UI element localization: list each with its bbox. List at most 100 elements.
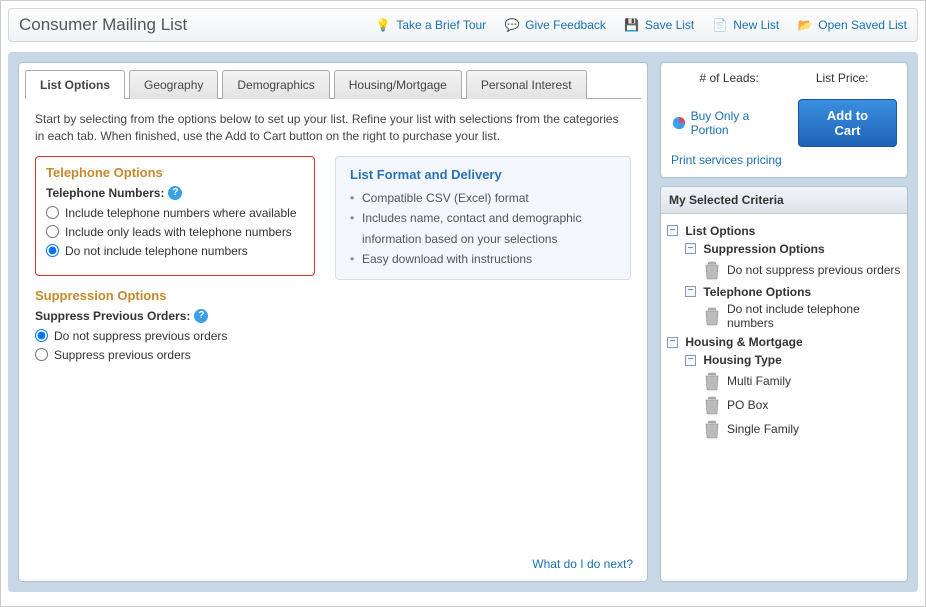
telephone-radio-1-label: Include telephone numbers where availabl… [65, 206, 297, 220]
page-title: Consumer Mailing List [19, 15, 187, 35]
telephone-radio-include-available[interactable]: Include telephone numbers where availabl… [46, 206, 304, 220]
trash-icon[interactable] [703, 260, 721, 280]
price-label: List Price: [816, 71, 869, 85]
tab-strip: List Options Geography Demographics Hous… [19, 63, 647, 98]
open-saved-list-link[interactable]: 📂 Open Saved List [797, 17, 907, 33]
telephone-section-title: Telephone Options [46, 165, 304, 180]
tree-toggle[interactable]: − [685, 243, 696, 254]
tree-leaf-telephone: Do not include telephone numbers [703, 302, 901, 330]
tree-children: − Housing Type Multi Family [685, 352, 901, 439]
options-columns: Telephone Options Telephone Numbers: ? I… [35, 156, 631, 367]
tree-label-suppression: Suppression Options [703, 242, 824, 256]
tree-leaf-single-family-label: Single Family [727, 422, 799, 436]
tab-list-options[interactable]: List Options [25, 70, 125, 99]
options-right-column: List Format and Delivery Compatible CSV … [335, 156, 631, 281]
header-links: 💡 Take a Brief Tour 💬 Give Feedback 💾 Sa… [375, 17, 907, 33]
help-icon[interactable]: ? [194, 309, 208, 323]
list-format-title: List Format and Delivery [350, 167, 616, 182]
tree-leaf-multi-family-label: Multi Family [727, 374, 791, 388]
trash-icon[interactable] [703, 306, 721, 326]
tree-leaf-single-family: Single Family [703, 419, 901, 439]
tree-label-list-options: List Options [685, 224, 755, 238]
tree-children: − Suppression Options Do not suppress pr… [685, 241, 901, 331]
tab-housing-mortgage[interactable]: Housing/Mortgage [334, 70, 462, 99]
selected-criteria-header: My Selected Criteria [661, 187, 907, 214]
tree-node-housing: − Housing & Mortgage − Housing Type [667, 334, 901, 439]
tree-toggle[interactable]: − [667, 337, 678, 348]
tree-children: Do not include telephone numbers [703, 302, 901, 330]
telephone-radio-include-only[interactable]: Include only leads with telephone number… [46, 225, 304, 239]
page-header: Consumer Mailing List 💡 Take a Brief Tou… [8, 8, 918, 42]
suppress-radio-1-label: Do not suppress previous orders [54, 329, 227, 343]
tree-leaf-po-box-label: PO Box [727, 398, 768, 412]
main-panel: List Options Geography Demographics Hous… [18, 62, 648, 582]
print-services-pricing-link[interactable]: Print services pricing [671, 153, 782, 167]
suppress-previous-label-text: Suppress Previous Orders: [35, 309, 190, 323]
save-list-link[interactable]: 💾 Save List [624, 17, 694, 33]
tab-personal-interest[interactable]: Personal Interest [466, 70, 587, 99]
leads-label: # of Leads: [699, 71, 758, 85]
list-format-bullets: Compatible CSV (Excel) format Includes n… [350, 188, 616, 270]
tab-geography[interactable]: Geography [129, 70, 218, 99]
suppress-previous-label: Suppress Previous Orders: ? [35, 309, 315, 323]
open-saved-list-label: Open Saved List [818, 18, 907, 32]
speech-bubble-icon: 💬 [504, 17, 520, 33]
take-tour-link[interactable]: 💡 Take a Brief Tour [375, 17, 486, 33]
trash-icon[interactable] [703, 419, 721, 439]
open-document-icon: 📂 [797, 17, 813, 33]
summary-box: # of Leads: List Price: Buy Only a Porti… [660, 62, 908, 178]
tree-node-list-options: − List Options − Suppression Options [667, 223, 901, 330]
telephone-numbers-label: Telephone Numbers: ? [46, 186, 304, 200]
new-list-label: New List [733, 18, 779, 32]
tree-toggle[interactable]: − [667, 225, 678, 236]
criteria-tree: − List Options − Suppression Options [661, 214, 907, 449]
tab-content: Start by selecting from the options belo… [19, 99, 647, 379]
actions-row: Buy Only a Portion Add to Cart [671, 99, 897, 147]
tab-demographics[interactable]: Demographics [222, 70, 329, 99]
options-left-column: Telephone Options Telephone Numbers: ? I… [35, 156, 315, 367]
new-document-icon: 📄 [712, 17, 728, 33]
give-feedback-link[interactable]: 💬 Give Feedback [504, 17, 606, 33]
metrics-row: # of Leads: List Price: [671, 71, 897, 93]
tree-label-housing-type: Housing Type [703, 353, 781, 367]
help-icon[interactable]: ? [168, 186, 182, 200]
telephone-radio-3-input[interactable] [46, 244, 59, 257]
tree-node-suppression: − Suppression Options Do not suppress pr… [685, 241, 901, 280]
trash-icon[interactable] [703, 371, 721, 391]
tree-toggle[interactable]: − [685, 355, 696, 366]
buy-portion-label: Buy Only a Portion [691, 109, 788, 137]
lightbulb-icon: 💡 [375, 17, 391, 33]
trash-icon[interactable] [703, 395, 721, 415]
what-do-i-do-next-link[interactable]: What do I do next? [532, 557, 633, 571]
tree-leaf-po-box: PO Box [703, 395, 901, 415]
telephone-radio-3-label: Do not include telephone numbers [65, 244, 248, 258]
telephone-numbers-label-text: Telephone Numbers: [46, 186, 164, 200]
new-list-link[interactable]: 📄 New List [712, 17, 779, 33]
telephone-radio-2-label: Include only leads with telephone number… [65, 225, 292, 239]
buy-portion-link[interactable]: Buy Only a Portion [671, 109, 788, 137]
list-format-bullet-2: Includes name, contact and demographic i… [350, 208, 616, 249]
tree-toggle[interactable]: − [685, 286, 696, 297]
suppress-radio-do-not[interactable]: Do not suppress previous orders [35, 329, 315, 343]
tree-leaf-suppression-label: Do not suppress previous orders [727, 263, 900, 277]
list-format-bullet-3: Easy download with instructions [350, 249, 616, 269]
content-body: List Options Geography Demographics Hous… [8, 52, 918, 592]
app-window: Consumer Mailing List 💡 Take a Brief Tou… [0, 0, 926, 607]
telephone-radio-1-input[interactable] [46, 206, 59, 219]
telephone-radio-do-not-include[interactable]: Do not include telephone numbers [46, 244, 304, 258]
suppress-radio-suppress[interactable]: Suppress previous orders [35, 348, 315, 362]
suppress-radio-2-label: Suppress previous orders [54, 348, 191, 362]
add-to-cart-button[interactable]: Add to Cart [798, 99, 897, 147]
telephone-options-highlight: Telephone Options Telephone Numbers: ? I… [35, 156, 315, 276]
tree-leaf-suppression: Do not suppress previous orders [703, 260, 901, 280]
list-format-bullet-1: Compatible CSV (Excel) format [350, 188, 616, 208]
suppress-radio-1-input[interactable] [35, 329, 48, 342]
tree-leaf-telephone-label: Do not include telephone numbers [727, 302, 901, 330]
suppress-radio-2-input[interactable] [35, 348, 48, 361]
telephone-radio-2-input[interactable] [46, 225, 59, 238]
tree-label-housing: Housing & Mortgage [685, 335, 802, 349]
tree-node-telephone: − Telephone Options Do not include telep… [685, 284, 901, 331]
floppy-disk-icon: 💾 [624, 17, 640, 33]
selected-criteria-panel: My Selected Criteria − List Options − Su… [660, 186, 908, 582]
tree-children: Multi Family PO Box [703, 371, 901, 439]
